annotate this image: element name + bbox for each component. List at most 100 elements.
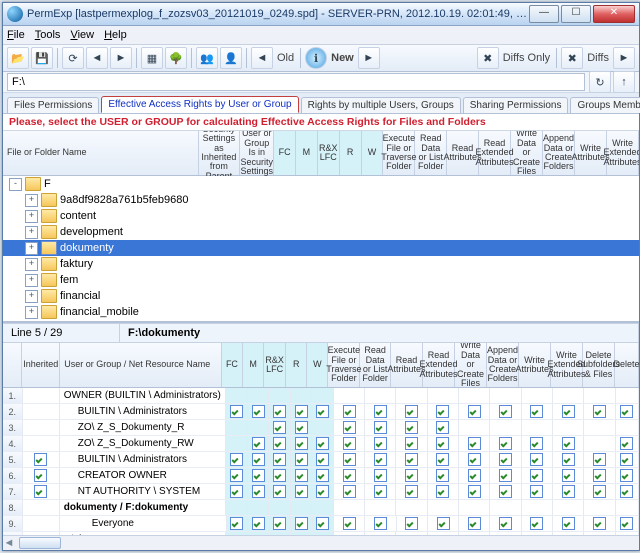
menu-help[interactable]: Help bbox=[104, 29, 127, 41]
tab-files-permissions[interactable]: Files Permissions bbox=[7, 97, 99, 113]
tool-refresh-icon[interactable]: ⟳ bbox=[62, 47, 84, 69]
checkbox-icon bbox=[562, 469, 575, 482]
acl-rows[interactable]: 1.OWNER (BUILTIN \ Administrators)2.BUIL… bbox=[3, 388, 639, 535]
col-writeattr2[interactable]: Write Attributes bbox=[519, 343, 551, 387]
tab-groups[interactable]: Groups Members bbox=[570, 97, 640, 113]
col-w[interactable]: W bbox=[362, 131, 384, 175]
col-fc[interactable]: FC bbox=[274, 131, 296, 175]
acl-row[interactable]: 8.dokumenty / F:dokumenty bbox=[3, 500, 639, 516]
tree-row[interactable]: +development bbox=[3, 224, 639, 240]
tree-row[interactable]: -F bbox=[3, 176, 639, 192]
expand-icon[interactable]: + bbox=[25, 258, 38, 271]
tree-row[interactable]: +financial bbox=[3, 288, 639, 304]
col-m2[interactable]: M bbox=[243, 343, 264, 387]
tab-effective-access[interactable]: Effective Access Rights by User or Group bbox=[101, 96, 298, 113]
close-button[interactable]: ✕ bbox=[593, 5, 635, 23]
expand-icon[interactable]: + bbox=[25, 290, 38, 303]
acl-row[interactable]: 3.ZO\ Z_S_Dokumenty_R bbox=[3, 420, 639, 436]
tree-row[interactable]: +dokumenty bbox=[3, 240, 639, 256]
expand-icon[interactable]: - bbox=[9, 178, 22, 191]
col-principal[interactable]: User or Group / Net Resource Name bbox=[60, 343, 222, 387]
maximize-button[interactable]: ☐ bbox=[561, 5, 591, 23]
col-rx2[interactable]: R&X LFC bbox=[264, 343, 286, 387]
acl-row[interactable]: 4.ZO\ Z_S_Dokumenty_RW bbox=[3, 436, 639, 452]
tool-tree-icon[interactable]: 🌳 bbox=[165, 47, 187, 69]
tool-prev-icon[interactable]: ◄ bbox=[251, 47, 273, 69]
col-r[interactable]: R bbox=[340, 131, 362, 175]
expand-icon[interactable]: + bbox=[25, 194, 38, 207]
tree-row[interactable]: +9a8df9828a761b5feb9680 bbox=[3, 192, 639, 208]
col-inherited[interactable]: Inherited bbox=[22, 343, 60, 387]
scroll-thumb[interactable] bbox=[19, 537, 61, 549]
path-input[interactable] bbox=[7, 73, 585, 91]
menu-file[interactable]: File bbox=[7, 29, 25, 41]
tab-rights-multiple[interactable]: Rights by multiple Users, Groups bbox=[301, 97, 461, 113]
new-badge-icon[interactable]: ℹ bbox=[305, 47, 327, 69]
col-del[interactable]: Delete bbox=[615, 343, 639, 387]
tool-save-icon[interactable]: 💾 bbox=[31, 47, 53, 69]
expand-icon[interactable]: + bbox=[25, 274, 38, 287]
expand-icon[interactable]: + bbox=[25, 226, 38, 239]
col-append[interactable]: Append Data or Create Folders bbox=[543, 131, 575, 175]
col-w2[interactable]: W bbox=[307, 343, 328, 387]
go-button[interactable]: ↻ bbox=[589, 71, 611, 93]
col-readdata2[interactable]: Read Data or List Folder bbox=[360, 343, 391, 387]
col-rx[interactable]: R&X LFC bbox=[318, 131, 340, 175]
expand-icon[interactable]: + bbox=[25, 242, 38, 255]
tool-user-icon[interactable]: 👤 bbox=[220, 47, 242, 69]
col-readattr[interactable]: Read Attributes bbox=[447, 131, 479, 175]
col-writeattr[interactable]: Write Attributes bbox=[575, 131, 607, 175]
col-writedata2[interactable]: Write Data or Create Files bbox=[455, 343, 487, 387]
col-m[interactable]: M bbox=[296, 131, 318, 175]
col-readattr2[interactable]: Read Attributes bbox=[391, 343, 423, 387]
acl-row[interactable]: 2.BUILTIN \ Administrators bbox=[3, 404, 639, 420]
tree-row[interactable]: +financial_mobile bbox=[3, 304, 639, 320]
col-in-sec[interactable]: User or Group Is in Security Settings bbox=[240, 131, 274, 175]
tool-open-icon[interactable]: 📂 bbox=[7, 47, 29, 69]
acl-row[interactable]: 6.CREATOR OWNER bbox=[3, 468, 639, 484]
tool-users-icon[interactable]: 👥 bbox=[196, 47, 218, 69]
expand-icon[interactable]: + bbox=[25, 210, 38, 223]
menu-tools[interactable]: Tools bbox=[35, 29, 61, 41]
col-readext[interactable]: Read Extended Attributes bbox=[479, 131, 511, 175]
expand-icon[interactable]: + bbox=[25, 306, 38, 319]
tree-row[interactable]: +content bbox=[3, 208, 639, 224]
menu-view[interactable]: View bbox=[70, 29, 94, 41]
col-same-sec[interactable]: Same Security Settings as Inherited from… bbox=[199, 131, 241, 175]
acl-row[interactable]: 5.BUILTIN \ Administrators bbox=[3, 452, 639, 468]
folder-tree[interactable]: -F+9a8df9828a761b5feb9680+content+develo… bbox=[3, 176, 639, 321]
acl-row[interactable]: 1.OWNER (BUILTIN \ Administrators) bbox=[3, 388, 639, 404]
separator bbox=[57, 48, 58, 68]
col-fc2[interactable]: FC bbox=[222, 343, 243, 387]
tree-row[interactable]: +fem bbox=[3, 272, 639, 288]
col-readext2[interactable]: Read Extended Attributes bbox=[423, 343, 455, 387]
col-readdata[interactable]: Read Data or List Folder bbox=[415, 131, 447, 175]
tree-label: faktury bbox=[60, 258, 93, 270]
tool-next-icon[interactable]: ► bbox=[358, 47, 380, 69]
acl-row[interactable]: 9.Everyone bbox=[3, 516, 639, 532]
col-append2[interactable]: Append Data or Create Folders bbox=[487, 343, 519, 387]
col-writeext[interactable]: Write Extended Attributes bbox=[607, 131, 639, 175]
up-button[interactable]: ↑ bbox=[613, 71, 635, 93]
tool-expand-icon[interactable]: ▦ bbox=[141, 47, 163, 69]
tool-diff-icon[interactable]: ✖ bbox=[561, 47, 583, 69]
horizontal-scrollbar[interactable]: ◄ bbox=[3, 535, 639, 550]
tool-diff-prev-icon[interactable]: ✖ bbox=[477, 47, 499, 69]
col-writedata[interactable]: Write Data or Create Files bbox=[511, 131, 543, 175]
tool-last-icon[interactable]: ► bbox=[613, 47, 635, 69]
col-r2[interactable]: R bbox=[286, 343, 307, 387]
col-exec[interactable]: Execute File or Traverse Folder bbox=[383, 131, 415, 175]
col-file-folder[interactable]: File or Folder Name bbox=[3, 131, 199, 175]
tree-row[interactable]: +grafika bbox=[3, 320, 639, 321]
checkbox-icon bbox=[405, 453, 418, 466]
col-delsub[interactable]: Delete Subfolders & Files bbox=[583, 343, 615, 387]
tool-back-icon[interactable]: ◄ bbox=[86, 47, 108, 69]
acl-row[interactable]: 7.NT AUTHORITY \ SYSTEM bbox=[3, 484, 639, 500]
minimize-button[interactable]: — bbox=[529, 5, 559, 23]
tab-sharing[interactable]: Sharing Permissions bbox=[463, 97, 569, 113]
col-exec2[interactable]: Execute File or Traverse Folder bbox=[328, 343, 360, 387]
tool-forward-icon[interactable]: ► bbox=[110, 47, 132, 69]
separator bbox=[136, 48, 137, 68]
checkbox-icon bbox=[374, 517, 387, 530]
tree-row[interactable]: + faktury bbox=[3, 256, 639, 272]
